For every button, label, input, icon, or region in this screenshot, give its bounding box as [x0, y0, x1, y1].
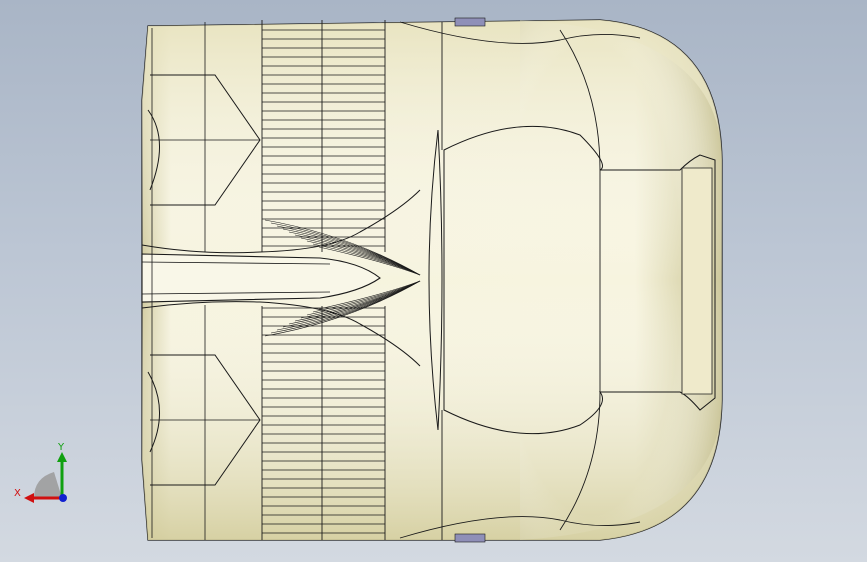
x-axis-arrow: [24, 493, 34, 503]
y-axis-label: Y: [57, 442, 65, 453]
triad-plane: [34, 472, 62, 498]
top-tab: [454, 17, 486, 27]
window-recess: [681, 167, 713, 395]
bottom-tab: [454, 533, 486, 543]
part-model-view[interactable]: [0, 0, 867, 562]
axis-triad[interactable]: Y X: [12, 438, 82, 510]
cad-viewport[interactable]: Y X: [0, 0, 867, 562]
x-axis-label: X: [14, 488, 21, 499]
y-axis-arrow: [57, 452, 67, 462]
z-axis-dot: [59, 494, 67, 502]
